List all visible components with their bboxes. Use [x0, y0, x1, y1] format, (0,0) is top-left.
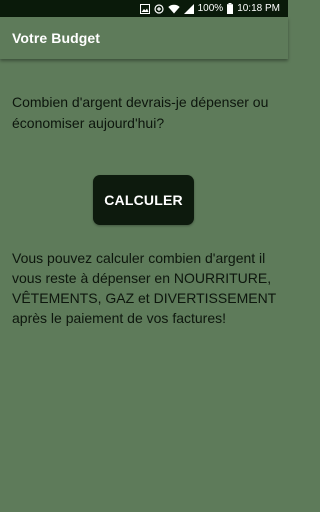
info-text: Vous pouvez calculer combien d'argent il…: [12, 250, 276, 326]
app-bar: Votre Budget: [0, 17, 288, 59]
battery-percent: 100%: [197, 3, 224, 14]
status-bar: 100% 10:18 PM: [0, 0, 288, 17]
calculate-button[interactable]: CALCULER: [93, 175, 194, 225]
question-text: Combien d'argent devrais-je dépenser ou …: [12, 94, 269, 131]
image-icon: [139, 3, 150, 14]
app-title: Votre Budget: [12, 30, 101, 46]
signal-icon: [183, 3, 194, 14]
wifi-icon: [167, 4, 180, 14]
clock: 10:18 PM: [237, 3, 280, 14]
battery-saver-icon: [154, 3, 164, 14]
battery-icon: [227, 3, 234, 14]
